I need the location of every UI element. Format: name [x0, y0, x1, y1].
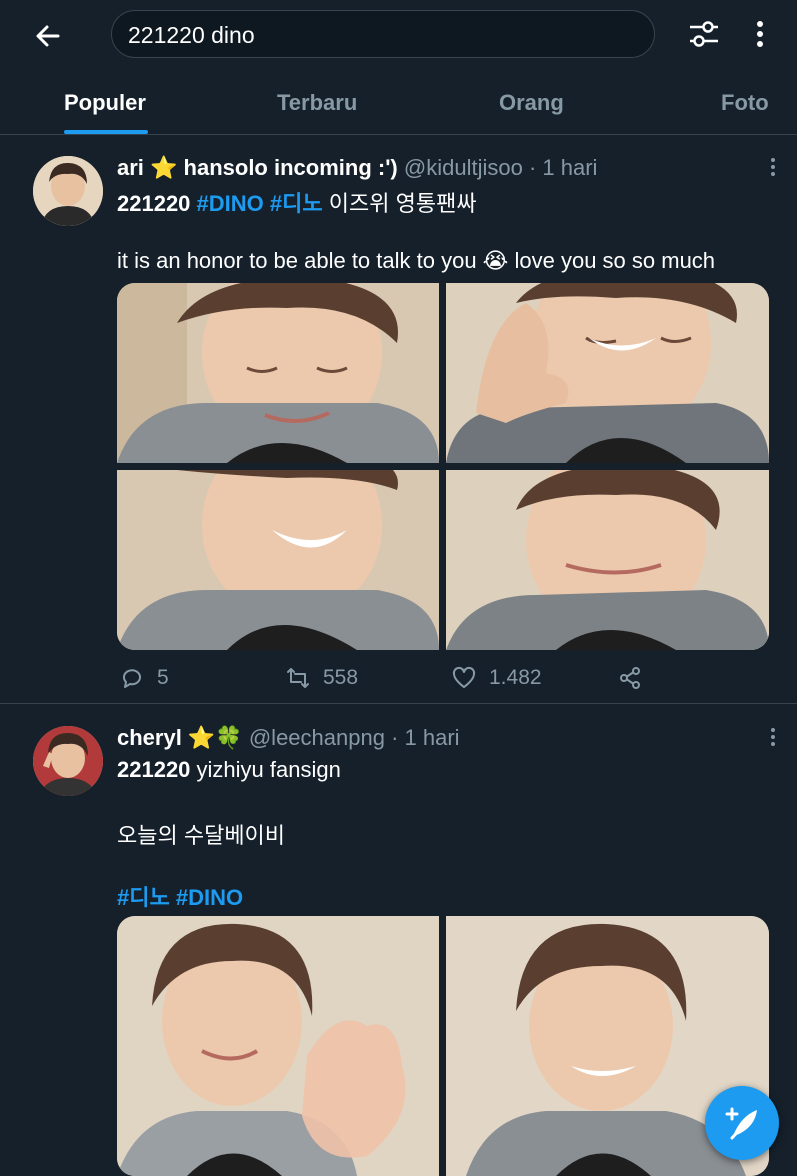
hashtag-link[interactable]: #디노	[270, 191, 323, 216]
top-bar	[0, 0, 797, 70]
tweet-header: ari ⭐ hansolo incoming :') @kidultjisoo …	[117, 155, 597, 181]
active-tab-indicator	[64, 130, 148, 134]
retweet-button[interactable]: 558	[285, 661, 358, 695]
sliders-icon[interactable]	[686, 16, 722, 52]
tab-bar: Populer Terbaru Orang Foto	[0, 70, 797, 135]
tweet-text-line: 221220 #DINO #디노 이즈위 영통팬싸	[117, 186, 477, 218]
retweet-icon	[287, 668, 309, 688]
tweet-hashtags: #디노 #DINO	[117, 880, 243, 912]
hashtag-link[interactable]: #DINO	[176, 885, 243, 910]
like-count: 1.482	[489, 666, 542, 689]
hashtag-link[interactable]: #디노	[117, 885, 170, 910]
more-vertical-icon[interactable]	[748, 16, 772, 52]
search-box[interactable]	[111, 10, 655, 59]
tweet-date: 221220	[117, 191, 191, 216]
tweet-body-text: it is an honor to be able to talk to you…	[117, 248, 716, 273]
user-handle[interactable]: @kidultjisoo	[404, 155, 523, 180]
reply-count: 5	[157, 666, 169, 689]
tweet-date: 221220	[117, 757, 191, 782]
tweet-photo[interactable]	[117, 283, 439, 463]
tweet-photo[interactable]	[117, 916, 439, 1176]
tab-populer[interactable]: Populer	[64, 90, 146, 116]
tab-terbaru[interactable]: Terbaru	[277, 90, 357, 116]
compose-button[interactable]	[705, 1086, 779, 1160]
tweet-header: cheryl ⭐🍀 @leechanpng · 1 hari	[117, 725, 460, 751]
tweet-media-grid[interactable]	[117, 916, 769, 1176]
hashtag-link[interactable]: #DINO	[197, 191, 264, 216]
search-input[interactable]	[126, 11, 630, 59]
tweet-photo[interactable]	[446, 283, 769, 463]
retweet-count: 558	[323, 666, 359, 689]
tweet-more-icon[interactable]	[766, 725, 780, 749]
back-arrow-icon[interactable]	[30, 18, 66, 54]
tweet-time: · 1 hari	[391, 725, 460, 750]
tweet-media-grid[interactable]	[117, 283, 769, 650]
tweet-korean-text: 이즈위 영통팬싸	[328, 191, 477, 216]
tweet-time: · 1 hari	[528, 155, 598, 180]
tweet-photo[interactable]	[117, 470, 439, 650]
tweet-photo[interactable]	[446, 470, 769, 650]
tweet-actions: 5 558 1.482	[117, 661, 769, 695]
tweet-more-icon[interactable]	[766, 155, 780, 179]
share-button[interactable]	[617, 661, 655, 695]
heart-icon	[452, 666, 476, 688]
avatar[interactable]	[33, 156, 103, 226]
reply-icon	[123, 669, 141, 688]
avatar[interactable]	[33, 726, 103, 796]
tweet-divider	[0, 703, 797, 704]
compose-feather-icon	[725, 1107, 757, 1140]
reply-button[interactable]: 5	[119, 661, 169, 695]
user-handle[interactable]: @leechanpng	[249, 725, 385, 750]
tweet-event-text: yizhiyu fansign	[196, 757, 341, 782]
tweet-text-line: 221220 yizhiyu fansign	[117, 757, 341, 783]
display-name[interactable]: ari ⭐ hansolo incoming :')	[117, 155, 398, 180]
share-icon	[620, 667, 640, 689]
like-button[interactable]: 1.482	[451, 661, 542, 695]
tweet-korean-text: 오늘의 수달베이비	[117, 823, 286, 848]
display-name[interactable]: cheryl ⭐🍀	[117, 725, 243, 750]
tab-orang[interactable]: Orang	[499, 90, 564, 116]
tab-foto[interactable]: Foto	[721, 90, 769, 116]
